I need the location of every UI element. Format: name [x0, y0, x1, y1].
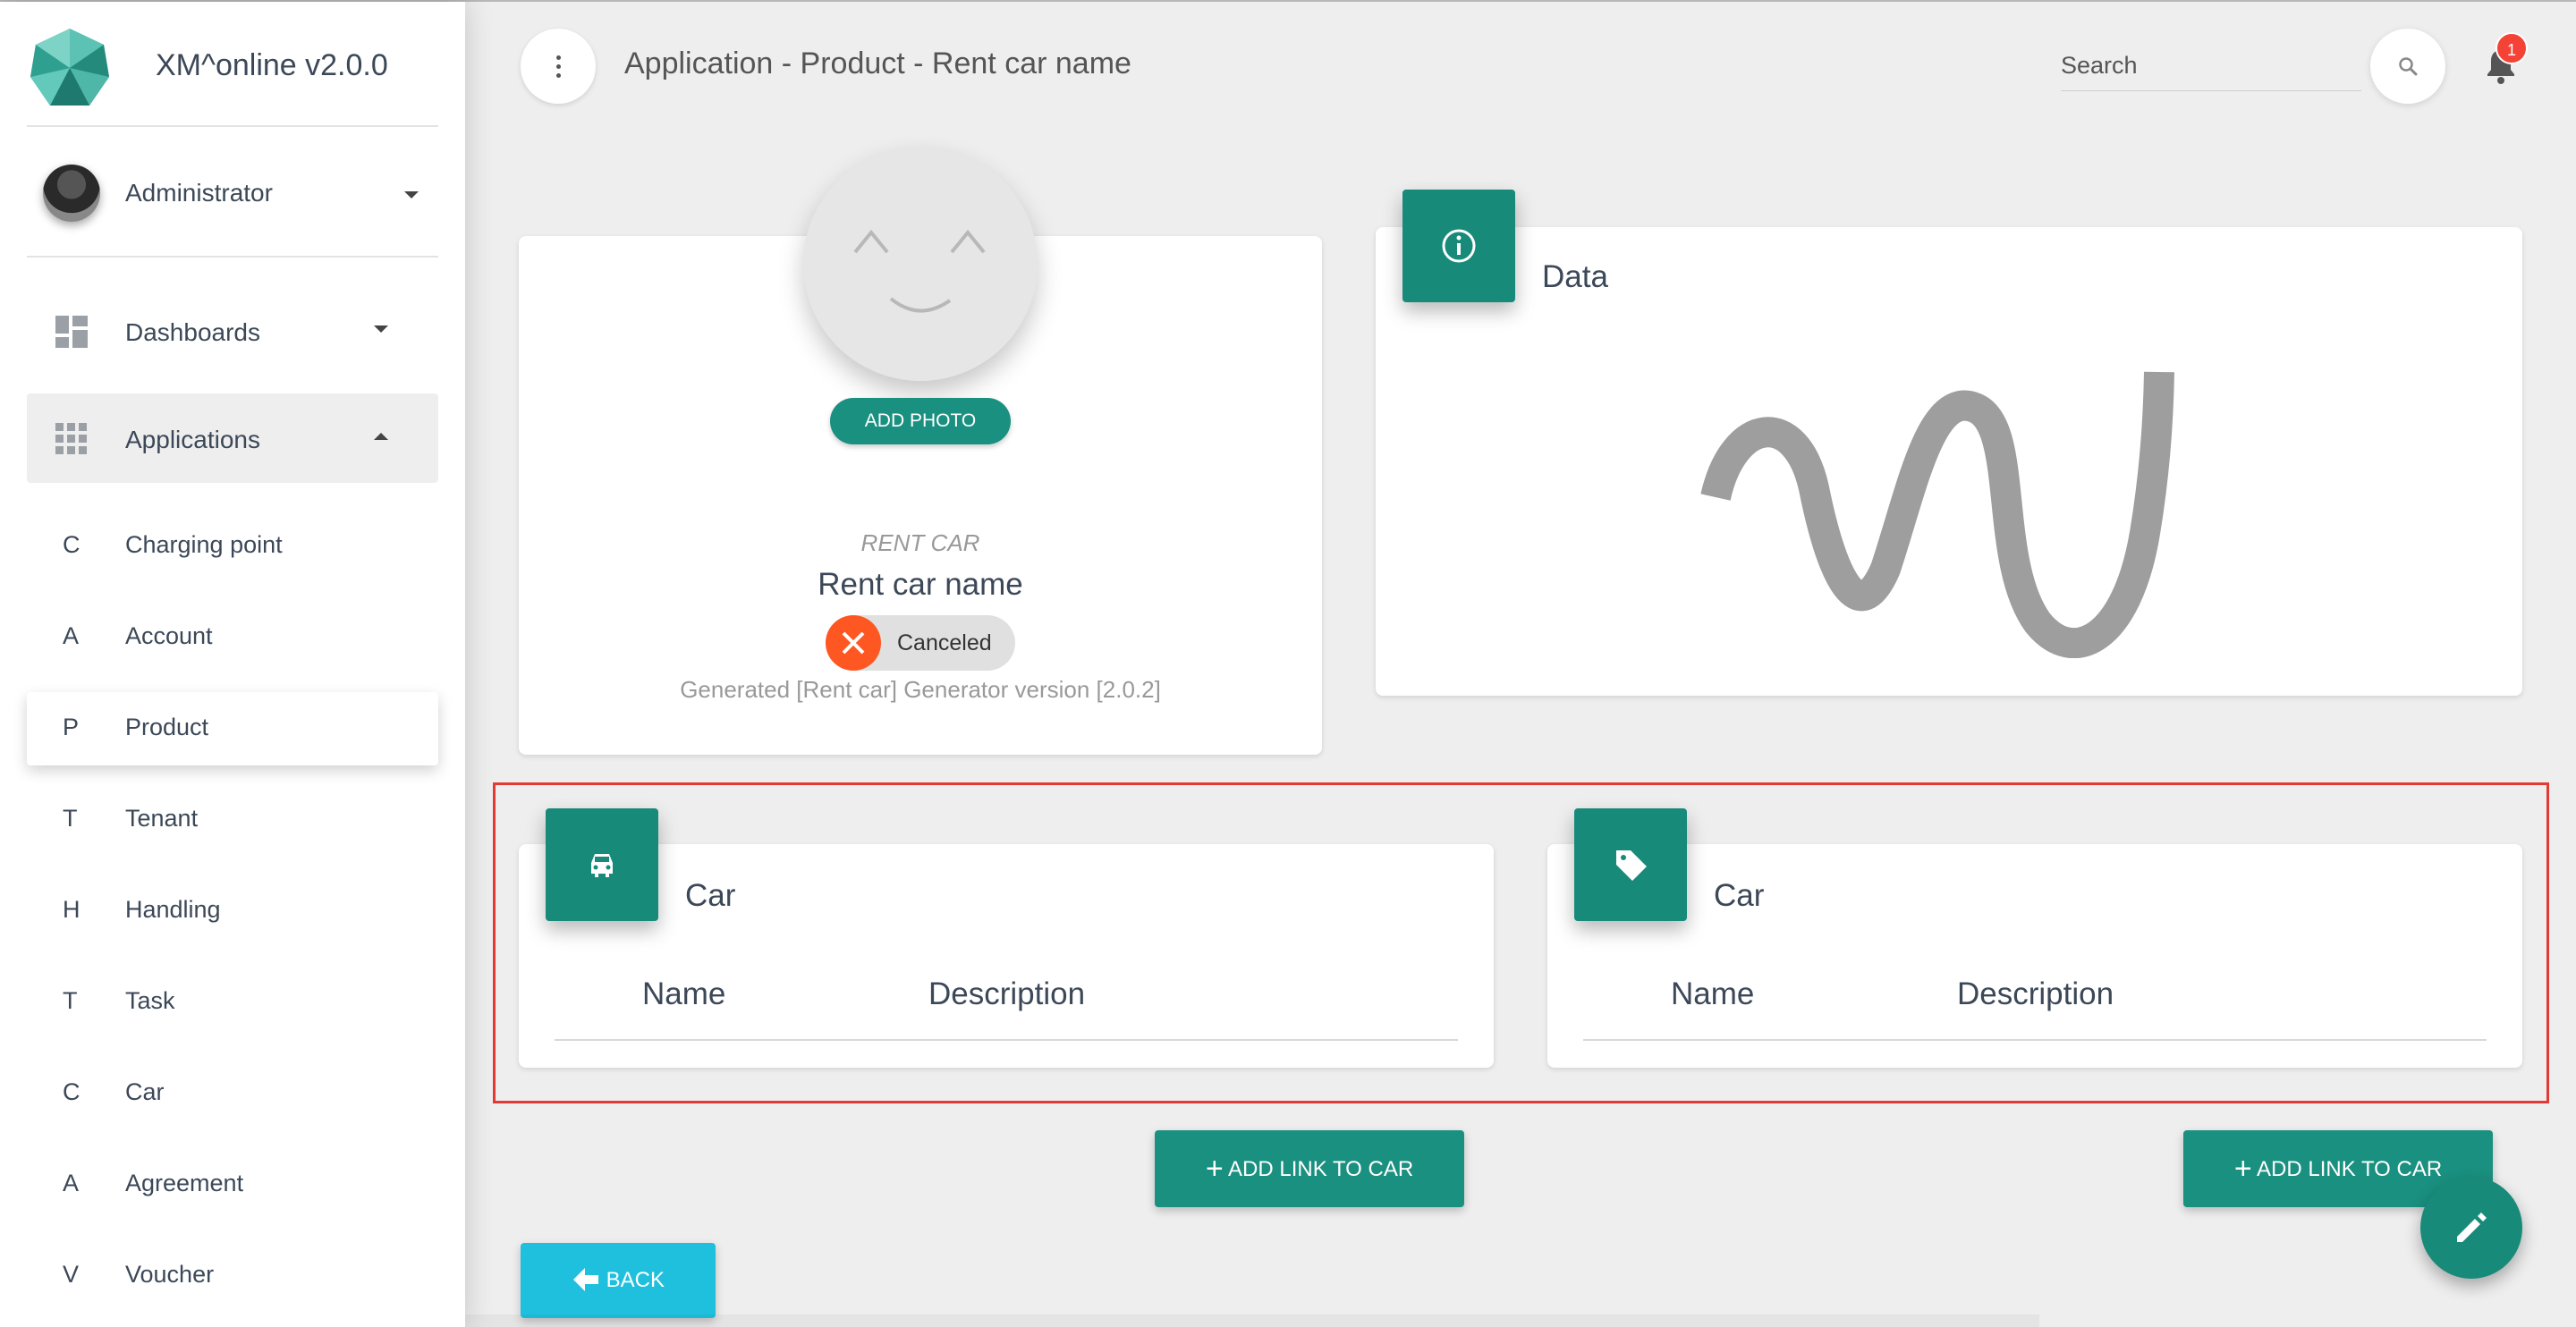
- car-card-header-icon: [546, 808, 658, 921]
- add-link-label: ADD LINK TO CAR: [1228, 1157, 1414, 1181]
- more-vert-icon: [556, 55, 561, 60]
- nav-item-account[interactable]: A Account: [27, 601, 438, 674]
- nav-item-letter: V: [63, 1261, 80, 1288]
- breadcrumb: Application - Product - Rent car name: [624, 46, 1131, 80]
- face-avatar: [803, 147, 1038, 381]
- nav-item-label: Product: [125, 714, 209, 740]
- brand[interactable]: XM^online v2.0.0: [27, 29, 438, 127]
- pencil-icon: [2457, 1213, 2487, 1242]
- car-card-title: Car: [685, 878, 736, 913]
- edit-fab-button[interactable]: [2420, 1177, 2522, 1279]
- divider: [27, 125, 438, 127]
- data-card: [1376, 227, 2522, 696]
- dashboard-icon: [55, 316, 88, 348]
- chevron-down-icon: [404, 191, 419, 199]
- nav-item-label: Handling: [125, 896, 221, 923]
- back-label: BACK: [606, 1268, 665, 1292]
- nav-item-label: Car: [125, 1078, 165, 1105]
- nav-dashboards[interactable]: Dashboards: [27, 286, 438, 376]
- status-chip: Canceled: [826, 615, 1015, 671]
- nav-item-tenant[interactable]: T Tenant: [27, 783, 438, 857]
- nav-item-label: Task: [125, 987, 175, 1014]
- nav-item-letter: H: [63, 896, 80, 923]
- back-button[interactable]: BACK: [521, 1243, 716, 1318]
- info-icon: [1442, 229, 1476, 263]
- chevron-up-icon: [374, 433, 388, 440]
- nav-dashboards-label: Dashboards: [125, 318, 260, 346]
- nav-item-letter: P: [63, 714, 80, 740]
- nav-item-label: Charging point: [125, 531, 283, 558]
- search-input[interactable]: [2061, 41, 2361, 90]
- add-photo-button[interactable]: ADD PHOTO: [830, 398, 1011, 444]
- app-name: XM^online v2.0.0: [156, 48, 388, 82]
- nav-item-letter: A: [63, 622, 80, 649]
- nav-item-letter: C: [63, 531, 80, 558]
- nav-applications-label: Applications: [125, 426, 260, 453]
- add-link-to-car-button[interactable]: + ADD LINK TO CAR: [1155, 1130, 1464, 1207]
- apps-grid-icon: [55, 423, 87, 454]
- plus-icon: +: [1205, 1152, 1224, 1186]
- user-menu[interactable]: Administrator: [27, 154, 438, 234]
- column-header-name[interactable]: Name: [642, 976, 725, 1012]
- car-tag-link-card: Name Description: [1547, 844, 2522, 1068]
- tag-card-header-icon: [1574, 808, 1687, 921]
- add-link-label: ADD LINK TO CAR: [2257, 1157, 2443, 1181]
- tag-icon: [1616, 850, 1647, 881]
- avatar: [43, 165, 100, 222]
- column-header-description[interactable]: Description: [928, 976, 1085, 1012]
- profile-name: Rent car name: [818, 567, 1023, 602]
- car-link-card: Name Description: [519, 844, 1494, 1068]
- nav-item-car[interactable]: C Car: [27, 1057, 438, 1130]
- search-button[interactable]: [2370, 29, 2445, 104]
- column-header-name[interactable]: Name: [1671, 976, 1754, 1012]
- nav-item-letter: C: [63, 1078, 80, 1105]
- plus-icon: +: [2233, 1152, 2252, 1186]
- smiley-icon: [853, 229, 986, 313]
- nav-item-letter: T: [63, 805, 78, 832]
- nav-item-agreement[interactable]: A Agreement: [27, 1148, 438, 1221]
- search-icon: [2399, 57, 2418, 76]
- data-card-header-icon: [1402, 190, 1515, 302]
- column-header-description[interactable]: Description: [1957, 976, 2114, 1012]
- status-label: Canceled: [897, 630, 992, 655]
- car-icon: [591, 854, 613, 877]
- nav-item-product[interactable]: P Product: [27, 692, 438, 765]
- nav-item-charging-point[interactable]: C Charging point: [27, 510, 438, 583]
- nav-item-handling[interactable]: H Handling: [27, 875, 438, 948]
- bottom-shadow: [465, 1314, 2039, 1327]
- data-card-title: Data: [1542, 259, 1608, 294]
- more-menu-button[interactable]: [521, 29, 596, 104]
- nav-item-label: Tenant: [125, 805, 199, 832]
- data-placeholder-illustration: [1700, 371, 2174, 658]
- generator-info: Generated [Rent car] Generator version […: [680, 676, 1161, 703]
- chevron-down-icon: [374, 325, 388, 333]
- close-icon: [826, 615, 881, 671]
- nav-item-label: Agreement: [125, 1170, 244, 1196]
- nav-item-label: Voucher: [125, 1261, 215, 1288]
- logo-icon: [30, 29, 109, 106]
- nav-item-label: Account: [125, 622, 213, 649]
- nav-item-letter: T: [63, 987, 78, 1014]
- user-name: Administrator: [125, 179, 273, 207]
- search-field: [2061, 41, 2361, 91]
- tag-card-title: Car: [1714, 878, 1765, 913]
- sidebar: XM^online v2.0.0 Administrator Dashboard…: [0, 2, 465, 1327]
- notification-badge: 1: [2496, 32, 2528, 64]
- nav-item-task[interactable]: T Task: [27, 966, 438, 1039]
- table-divider: [1583, 1039, 2487, 1041]
- nav-item-voucher[interactable]: V Voucher: [27, 1239, 438, 1313]
- arrow-left-icon: [572, 1268, 598, 1291]
- table-divider: [555, 1039, 1458, 1041]
- nav-applications[interactable]: Applications: [27, 393, 438, 483]
- divider: [27, 256, 438, 258]
- profile-category: RENT CAR: [860, 529, 980, 556]
- nav-item-letter: A: [63, 1170, 80, 1196]
